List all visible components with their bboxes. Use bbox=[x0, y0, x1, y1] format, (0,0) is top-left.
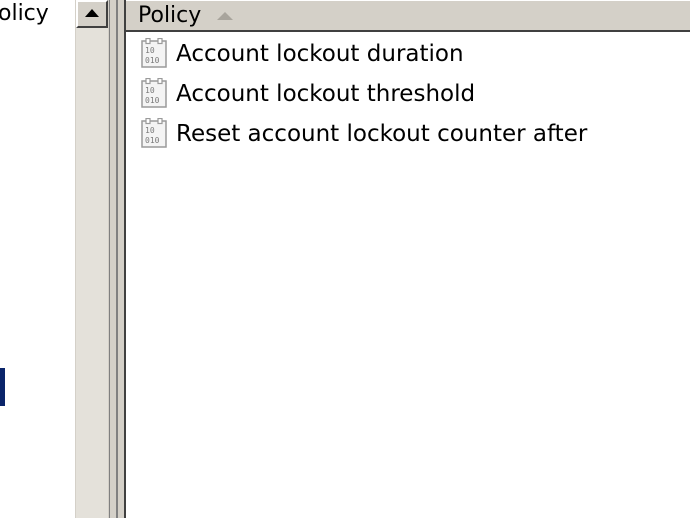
column-header-label: Policy bbox=[138, 3, 202, 28]
svg-text:10: 10 bbox=[145, 86, 155, 95]
list-item-label: Account lockout duration bbox=[176, 41, 464, 67]
pane-splitter[interactable] bbox=[110, 0, 126, 518]
svg-text:010: 010 bbox=[145, 96, 160, 105]
list-item[interactable]: 10 010 Reset account lockout counter aft… bbox=[126, 114, 690, 154]
list-item[interactable]: 10 010 Account lockout threshold bbox=[126, 74, 690, 114]
tree-selection-edge bbox=[0, 368, 5, 406]
policy-list-pane: Policy 10 010 Account lockout duration 1… bbox=[126, 0, 690, 518]
svg-text:010: 010 bbox=[145, 136, 160, 145]
list-item-label: Reset account lockout counter after bbox=[176, 121, 588, 147]
svg-text:10: 10 bbox=[145, 126, 155, 135]
policy-binary-icon: 10 010 bbox=[141, 78, 167, 108]
list-header: Policy bbox=[126, 0, 690, 32]
tree-item-policy[interactable]: olicy bbox=[0, 0, 49, 28]
splitter-line bbox=[116, 0, 118, 518]
list-item-label: Account lockout threshold bbox=[176, 81, 476, 107]
column-header-policy[interactable]: Policy bbox=[126, 1, 234, 31]
svg-text:010: 010 bbox=[145, 56, 160, 65]
list-item[interactable]: 10 010 Account lockout duration bbox=[126, 34, 690, 74]
policy-binary-icon: 10 010 bbox=[141, 38, 167, 68]
scroll-up-button[interactable] bbox=[76, 0, 108, 28]
mmc-console-window: olicy Policy 10 010 Account lockout dura… bbox=[0, 0, 690, 518]
sort-ascending-icon bbox=[217, 12, 234, 20]
svg-text:10: 10 bbox=[145, 46, 155, 55]
tree-pane: olicy bbox=[0, 0, 74, 518]
policy-binary-icon: 10 010 bbox=[141, 118, 167, 148]
arrow-up-icon bbox=[85, 9, 99, 17]
scroll-track[interactable] bbox=[76, 28, 108, 518]
tree-vertical-scrollbar[interactable] bbox=[74, 0, 110, 518]
policy-list: 10 010 Account lockout duration 10 010 A… bbox=[126, 34, 690, 154]
